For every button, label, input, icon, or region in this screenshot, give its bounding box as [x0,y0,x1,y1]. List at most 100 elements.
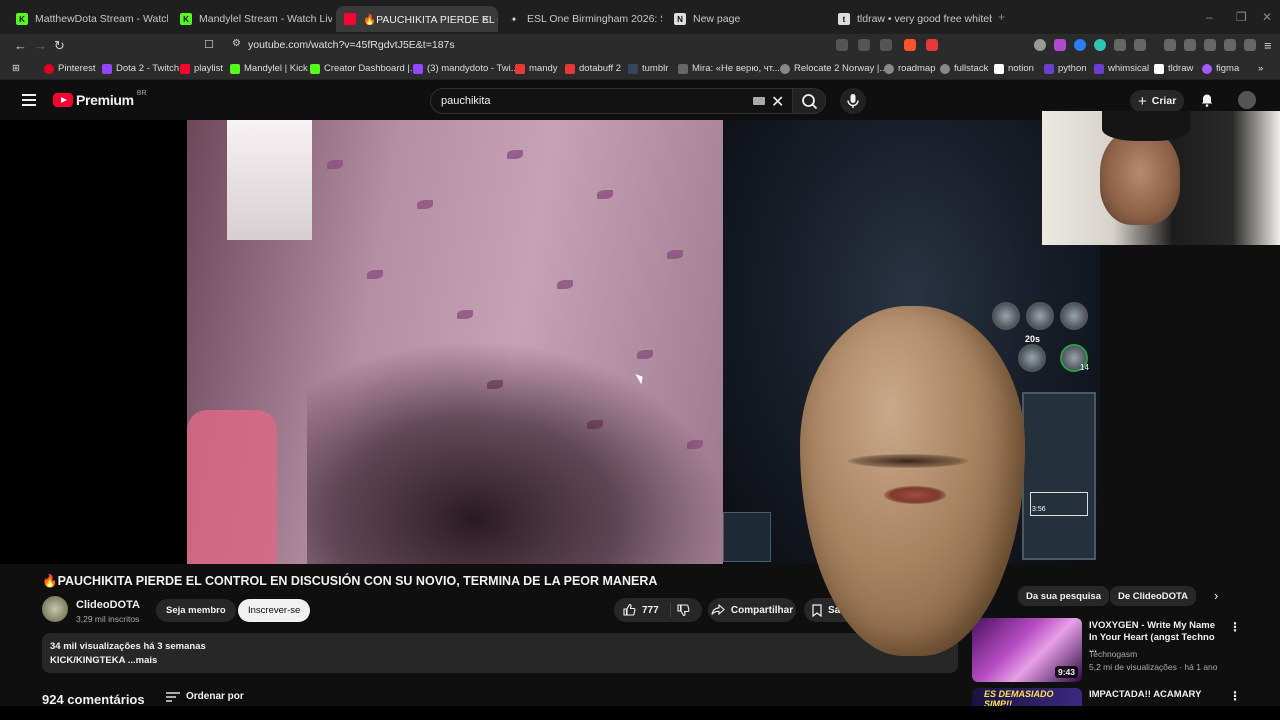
search-input[interactable]: pauchikita ✕ [430,88,792,114]
channel-name[interactable]: ClideoDOTA [76,599,140,611]
bookmark-item[interactable]: mandy [515,63,558,74]
more-options-icon[interactable]: ⋮ [1229,620,1241,634]
recommendation-channel[interactable]: Technogasm [1089,649,1137,659]
share-label: Compartilhar [730,604,794,616]
youtube-premium-logo[interactable]: Premium BR [53,89,147,108]
extension-icon[interactable] [1134,39,1146,51]
media-icon[interactable] [1164,39,1176,51]
address-bar[interactable]: youtube.com/watch?v=45fRgdvtJ5E&t=187s [248,39,455,51]
restore-icon[interactable]: ❐ [1236,10,1247,24]
bookmark-item[interactable]: figma [1202,63,1239,74]
bookmark-item[interactable]: notion [994,63,1034,74]
extension-icon[interactable] [1094,39,1106,51]
create-label: Criar [1151,95,1177,107]
bookmark-item[interactable]: Dota 2 - Twitch [102,63,179,74]
dotabuff-icon [565,63,575,74]
chip-from-search[interactable]: Da sua pesquisa [1018,586,1109,606]
translate-icon[interactable] [836,39,848,51]
create-button[interactable]: + Criar [1130,90,1185,112]
more-bookmarks-icon[interactable]: » [1258,63,1263,74]
bookmark-item[interactable]: playlist [180,63,223,74]
bookmark-item[interactable]: Relocate 2 Norway |... [780,63,887,74]
like-button[interactable]: 777 [614,603,659,617]
bookmark-item[interactable]: whimsical [1094,63,1149,74]
bookmark-item[interactable]: Creator Dashboard |... [310,63,418,74]
bookmark-item[interactable]: Mandylel | Kick [230,63,308,74]
minimize-icon[interactable]: – [1206,10,1213,24]
channel-avatar[interactable] [42,596,68,622]
browser-tab[interactable]: K Mandylel Stream - Watch Live on Kick [172,6,332,32]
extension-icon[interactable] [1034,39,1046,51]
settings-icon[interactable] [1244,39,1256,51]
bottom-edge [0,706,1280,720]
bookmark-item[interactable]: tumblr [628,63,668,74]
search-button[interactable] [792,88,826,114]
close-window-icon[interactable]: ✕ [1262,10,1272,24]
browser-tab[interactable]: t tldraw • very good free whiteboard [830,6,992,32]
description-box[interactable]: 34 mil visualizações há 3 semanas KICK/K… [42,633,958,673]
close-tab-icon[interactable]: ✕ [481,13,490,26]
bookmark-item[interactable]: Pinterest [44,63,96,74]
sidebar-icon[interactable] [1184,39,1196,51]
menu-icon[interactable]: ≡ [1264,38,1272,53]
bookmark-label: Dota 2 - Twitch [116,63,180,74]
chip-from-channel[interactable]: De ClideoDOTA [1110,586,1197,606]
bookmark-item[interactable]: fullstack [940,63,988,74]
reload-icon[interactable]: ↻ [54,38,65,54]
bookmark-icon[interactable]: ☐ [204,38,214,51]
recommendation-title[interactable]: IMPACTADA!! ACAMARY [1089,689,1224,701]
bookmark-item[interactable]: (3) mandydoto - Twi... [413,63,519,74]
notifications-bell-icon[interactable] [1200,93,1214,107]
browser-tab[interactable]: N New page [666,6,828,32]
forward-icon[interactable]: → [34,38,47,53]
apps-icon[interactable]: ⊞ [12,63,20,74]
brave-shield-icon[interactable] [904,39,916,51]
chevron-right-icon[interactable]: › [1214,588,1218,603]
site-info-icon[interactable]: ⚙ [232,38,241,49]
share-icon[interactable] [880,39,892,51]
game-minimap: 3:56 [1022,392,1096,560]
recommendation-thumbnail[interactable]: 9:43 [972,618,1082,682]
share-button[interactable]: Compartilhar [708,598,796,622]
leo-ai-icon[interactable] [1224,39,1236,51]
extensions-puzzle-icon[interactable] [1114,39,1126,51]
tab-label: MatthewDota Stream - Watch Live o [35,13,168,25]
bookmark-item[interactable]: roadmap [884,63,936,74]
comments-count: 924 comentários [42,692,145,707]
bookmark-label: Creator Dashboard |... [324,63,418,74]
voice-search-button[interactable] [840,88,866,114]
subscribe-button[interactable]: Inscrever-se [238,599,311,622]
extension-icon[interactable] [1054,39,1066,51]
bookmark-item[interactable]: python [1044,63,1087,74]
cast-icon[interactable] [858,39,870,51]
tab-label: ESL One Birmingham 2026: South Am [527,13,662,25]
subscriber-count: 3,29 mil inscritos [76,614,140,624]
browser-tab[interactable]: K MatthewDota Stream - Watch Live o [8,6,168,32]
avatar[interactable] [1238,91,1256,109]
browser-tab-active[interactable]: 🔥PAUCHIKITA PIERDE EL CONTR ✕ [336,6,498,32]
dislike-button[interactable] [676,603,690,617]
join-membership-button[interactable]: Seja membro [156,599,236,622]
country-code: BR [136,89,147,97]
back-icon[interactable]: ← [14,38,27,53]
sort-comments-button[interactable]: Ordenar por [166,691,244,702]
tab-label: tldraw • very good free whiteboard [857,13,992,25]
bookmark-item[interactable]: dotabuff 2 [565,63,621,74]
dotabuff-icon [515,63,525,74]
browser-tab[interactable]: ✦ ESL One Birmingham 2026: South Am [500,6,662,32]
webcam-overlay [1042,111,1280,245]
bookmark-item[interactable]: Mira: «Не верю, чт... [678,63,780,74]
globe-icon [884,63,894,74]
rewards-icon[interactable] [926,39,938,51]
clear-search-icon[interactable]: ✕ [771,92,784,112]
wallet-icon[interactable] [1204,39,1216,51]
hamburger-menu-icon[interactable] [22,94,36,106]
description-text[interactable]: KICK/KINGTEKA ...mais [50,655,157,666]
bookmark-item[interactable]: tldraw [1154,63,1193,74]
extension-icon[interactable] [1074,39,1086,51]
more-options-icon[interactable]: ⋮ [1229,689,1241,703]
new-tab-icon[interactable]: + [998,10,1005,24]
youtube-icon [180,63,190,74]
keyboard-icon[interactable] [753,97,765,105]
twitch-icon [102,63,112,74]
